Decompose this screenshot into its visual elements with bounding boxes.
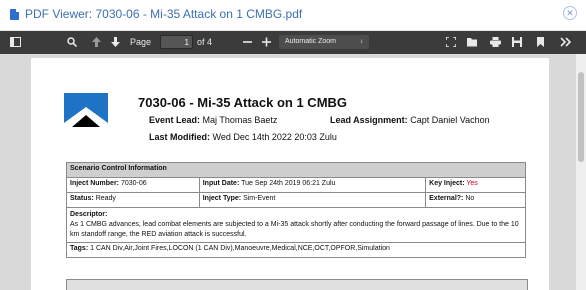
key-inject-value: Yes: [466, 180, 478, 187]
inject-type-value: Sim-Event: [243, 195, 276, 202]
document-title: 7030-06 - Mi-35 Attack on 1 CMBG: [138, 95, 348, 110]
scenario-control-heading: Scenario Control Information: [66, 162, 526, 178]
pdf-toolbar: Page 1 of 4 Automatic Zoom ↕: [0, 31, 586, 54]
search-icon[interactable]: [67, 31, 77, 54]
inject-number-label: Inject Number:: [70, 180, 120, 187]
page-number-input[interactable]: 1: [160, 35, 193, 49]
lead-assignment-label: Lead Assignment:: [330, 115, 408, 125]
status-label: Status:: [70, 195, 94, 202]
status-cell: Status: Ready: [66, 192, 200, 208]
last-modified-line: Last Modified: Wed Dec 14th 2022 20:03 Z…: [149, 132, 337, 142]
descriptor-cell: Descriptor: As 1 CMBG advances, lead comb…: [66, 207, 526, 243]
pdf-page: 7030-06 - Mi-35 Attack on 1 CMBG Event L…: [31, 58, 549, 290]
page-label: Page: [130, 37, 152, 47]
status-value: Ready: [95, 195, 116, 202]
zoom-value: Automatic Zoom: [285, 38, 336, 45]
event-lead-label: Event Lead:: [149, 115, 201, 125]
event-lead-line: Event Lead: Maj Thomas Baetz: [149, 115, 277, 125]
last-modified-label: Last Modified:: [149, 132, 210, 142]
input-date-value: Tue Sep 24th 2019 06:21 Zulu: [241, 180, 336, 187]
window-titlebar: PDF Viewer: 7030-06 - Mi-35 Attack on 1 …: [0, 0, 586, 31]
zoom-in-icon[interactable]: [262, 31, 271, 54]
page-count: of 4: [197, 37, 213, 47]
sidebar-toggle-icon[interactable]: [10, 31, 21, 54]
input-date-label: Input Date:: [202, 180, 240, 187]
scenario-control-table: Scenario Control Information Inject Numb…: [66, 162, 526, 258]
previous-page-icon[interactable]: [92, 31, 101, 54]
external-cell: External?: No: [425, 192, 526, 208]
key-inject-label: Key Inject:: [429, 180, 465, 187]
open-file-icon[interactable]: [467, 31, 478, 54]
next-page-icon[interactable]: [111, 31, 120, 54]
lead-assignment-value: Capt Daniel Vachon: [410, 115, 490, 125]
document-viewer[interactable]: 7030-06 - Mi-35 Attack on 1 CMBG Event L…: [0, 54, 586, 290]
external-label: External?:: [429, 195, 464, 202]
event-lead-value: Maj Thomas Baetz: [202, 115, 278, 125]
close-icon[interactable]: ✕: [563, 6, 577, 20]
descriptor-value: As 1 CMBG advances, lead combat elements…: [70, 221, 519, 238]
save-icon[interactable]: [512, 31, 522, 54]
organization-logo-icon: [64, 93, 108, 137]
tags-cell: Tags: 1 CAN Div,Air,Joint Fires,LOCON (1…: [66, 242, 526, 258]
lead-assignment-line: Lead Assignment: Capt Daniel Vachon: [330, 115, 490, 125]
zoom-select[interactable]: Automatic Zoom ↕: [279, 35, 369, 49]
vertical-scrollbar[interactable]: [576, 54, 586, 290]
pdf-file-icon: [10, 9, 19, 20]
print-icon[interactable]: [490, 31, 501, 54]
presentation-mode-icon[interactable]: [446, 31, 456, 54]
external-value: No: [465, 195, 475, 202]
inject-type-label: Inject Type:: [202, 195, 242, 202]
tools-icon[interactable]: [560, 31, 571, 54]
inject-number-value: 7030-06: [120, 180, 147, 187]
zoom-out-icon[interactable]: [243, 31, 252, 54]
key-inject-cell: Key Inject: Yes: [425, 177, 526, 193]
next-section-header: [66, 279, 528, 290]
scrollbar-thumb[interactable]: [578, 72, 584, 162]
chevron-down-icon: ↕: [360, 39, 363, 45]
input-date-cell: Input Date: Tue Sep 24th 2019 06:21 Zulu: [198, 177, 427, 193]
inject-type-cell: Inject Type: Sim-Event: [198, 192, 427, 208]
descriptor-label: Descriptor:: [70, 211, 108, 218]
bookmark-icon[interactable]: [537, 31, 544, 54]
tags-label: Tags:: [70, 245, 89, 252]
inject-number-cell: Inject Number: 7030-06: [66, 177, 200, 193]
tags-value: 1 CAN Div,Air,Joint Fires,LOCON (1 CAN D…: [90, 245, 390, 252]
last-modified-value: Wed Dec 14th 2022 20:03 Zulu: [212, 132, 337, 142]
window-title: PDF Viewer: 7030-06 - Mi-35 Attack on 1 …: [25, 7, 303, 21]
